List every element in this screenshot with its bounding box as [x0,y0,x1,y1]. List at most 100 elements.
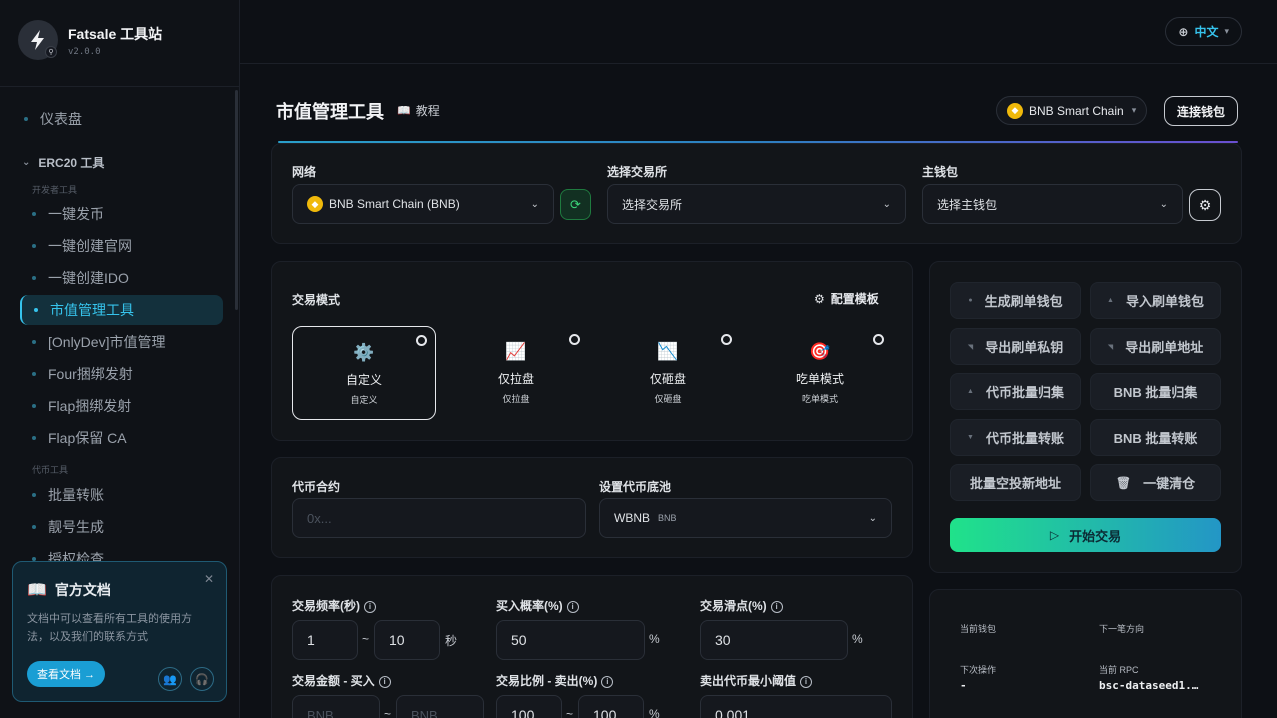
network-select[interactable]: ◆ BNB Smart Chain (BNB) ⌄ [292,184,554,224]
buy-amount-max-input[interactable]: BNB [396,695,484,718]
info-icon[interactable]: i [378,675,391,688]
token-collect-button[interactable]: ▲ 代币批量归集 [950,373,1081,410]
wallet-settings-button[interactable]: ⚙ [1189,189,1221,221]
export-keys-button[interactable]: ◥ 导出刷单私钥 [950,328,1081,365]
info-icon[interactable]: i [770,600,783,613]
mode-radio[interactable] [569,334,580,345]
start-trading-button[interactable]: ▷ 开始交易 [950,518,1221,552]
bullet-icon [32,244,36,248]
sidebar-item-issue-token[interactable]: 一键发币 [20,199,223,229]
token-pool-tag: BNB [658,513,677,523]
sidebar-item-label: 靓号生成 [48,519,104,535]
sidebar-item-label: 一键创建官网 [48,238,132,254]
mode-name: 仅砸盘 [649,372,686,386]
sidebar-item-onlydev-market-cap[interactable]: [OnlyDev]市值管理 [20,327,223,357]
view-docs-button[interactable]: 查看文档 → [27,661,106,687]
close-icon[interactable]: ✕ [204,572,214,586]
config-template-label: 配置模板 [830,292,879,306]
bullet-icon [32,525,36,529]
sidebar-item-label: 一键创建IDO [48,270,129,286]
mode-card-custom[interactable]: ⚙️ 自定义 自定义 [292,326,436,420]
community-icon[interactable]: 👥 [158,667,182,691]
sidebar-item-create-site[interactable]: 一键创建官网 [20,231,223,261]
rpc-status-button[interactable]: ⟳ [560,189,591,220]
mode-radio[interactable] [873,334,884,345]
percent-unit: % [852,632,863,646]
lightning-logo-icon: ⚲ [18,20,58,60]
info-icon[interactable]: i [601,675,614,688]
sidebar-item-dashboard[interactable]: 仪表盘 [14,104,217,134]
import-wallets-button[interactable]: ▲ 导入刷单钱包 [1090,282,1221,319]
main-wallet-select[interactable]: 选择主钱包 ⌄ [922,184,1183,224]
slippage-label: 交易滑点(%) i [700,597,783,614]
sidebar-group-erc20[interactable]: ⌄ ERC20 工具 [22,154,104,171]
slippage-input[interactable]: 30 [700,620,848,660]
info-icon[interactable]: i [566,600,579,613]
mode-subtitle: 自定义 [350,395,378,405]
frequency-max-input[interactable]: 10 [374,620,440,660]
mode-radio[interactable] [416,335,427,346]
token-transfer-button[interactable]: ▼ 代币批量转账 [950,419,1081,456]
sidebar-item-flap-ca[interactable]: Flap保留 CA [20,423,223,453]
mode-card-taker[interactable]: 🎯 吃单模式 吃单模式 [748,326,892,420]
tutorial-link[interactable]: 📖 教程 [397,102,440,119]
brand[interactable]: ⚲ Fatsale 工具站 v2.0.0 [18,20,162,60]
sell-ratio-min-input[interactable]: 100 [496,695,562,718]
sidebar-item-create-ido[interactable]: 一键创建IDO [20,263,223,293]
exchange-label: 选择交易所 [607,165,668,179]
config-template-button[interactable]: ⚙ 配置模板 [814,290,879,307]
button-label: BNB 批量归集 [1113,385,1198,400]
sidebar-item-label: Four捆绑发射 [48,366,133,382]
export-addresses-button[interactable]: ◥ 导出刷单地址 [1090,328,1221,365]
exchange-select[interactable]: 选择交易所 ⌄ [607,184,906,224]
next-action-label: 下次操作 [960,665,997,675]
sell-threshold-label: 卖出代币最小阈值 i [700,672,813,689]
button-label: 代币批量归集 [985,385,1064,400]
chevron-down-icon: ⌄ [530,198,539,210]
sidebar-item-label: 一键发币 [48,206,104,222]
chevron-down-icon: ▾ [1224,26,1229,36]
sidebar-scrollbar[interactable] [235,90,238,310]
sidebar-section-token: 代币工具 [32,465,69,475]
bnb-logo-icon: ◆ [307,196,323,212]
generate-wallets-button[interactable]: ● 生成刷单钱包 [950,282,1081,319]
airdrop-new-address-button[interactable]: 批量空投新地址 [950,464,1081,501]
token-contract-input[interactable]: 0x... [292,498,586,538]
range-separator: ~ [566,707,574,718]
sidebar-group-label: ERC20 工具 [38,156,105,170]
support-headset-icon[interactable]: 🎧 [190,667,214,691]
sidebar-item-label: [OnlyDev]市值管理 [48,334,166,350]
mode-radio[interactable] [721,334,732,345]
mode-card-dump[interactable]: 📉 仅砸盘 仅砸盘 [596,326,740,420]
mode-card-pump[interactable]: 📈 仅拉盘 仅拉盘 [444,326,588,420]
sidebar-item-market-cap[interactable]: 市值管理工具 [20,295,223,325]
buy-probability-input[interactable]: 50 [496,620,645,660]
connect-wallet-button[interactable]: 连接钱包 [1164,96,1239,126]
mode-name: 自定义 [345,373,382,387]
buy-amount-min-input[interactable]: BNB [292,695,380,718]
token-pool-select[interactable]: WBNB BNB ⌄ [599,498,892,538]
sidebar-item-flap-bundle[interactable]: Flap捆绑发射 [20,391,223,421]
frequency-min-input[interactable]: 1 [292,620,358,660]
sidebar-item-four-bundle[interactable]: Four捆绑发射 [20,359,223,389]
sidebar-item-batch-transfer[interactable]: 批量转账 [20,480,223,510]
brand-name: Fatsale 工具站 [68,25,163,42]
wrench-icon: ⚲ [45,46,57,58]
info-icon[interactable]: i [800,675,813,688]
chevron-down-icon: ⌄ [22,157,31,168]
clear-positions-button[interactable]: 🗑 一键清仓 [1090,464,1221,501]
sidebar-item-vanity-address[interactable]: 靓号生成 [20,512,223,542]
tutorial-label: 教程 [415,104,440,118]
bnb-transfer-button[interactable]: BNB 批量转账 [1090,419,1221,456]
bullet-icon: ▲ [1107,297,1114,304]
mode-subtitle: 仅拉盘 [502,394,530,404]
language-switcher[interactable]: ⊕ 中文 ▾ [1165,17,1242,46]
info-icon[interactable]: i [364,600,376,613]
sell-threshold-input[interactable]: 0.001 [700,695,892,718]
bnb-collect-button[interactable]: BNB 批量归集 [1090,373,1221,410]
play-icon: ▷ [1049,528,1060,542]
sidebar-item-label: 仪表盘 [40,111,82,127]
chain-selector[interactable]: ◆ BNB Smart Chain ▾ [996,96,1148,125]
sell-ratio-max-input[interactable]: 100 [578,695,644,718]
globe-icon: ⊕ [1178,24,1189,39]
